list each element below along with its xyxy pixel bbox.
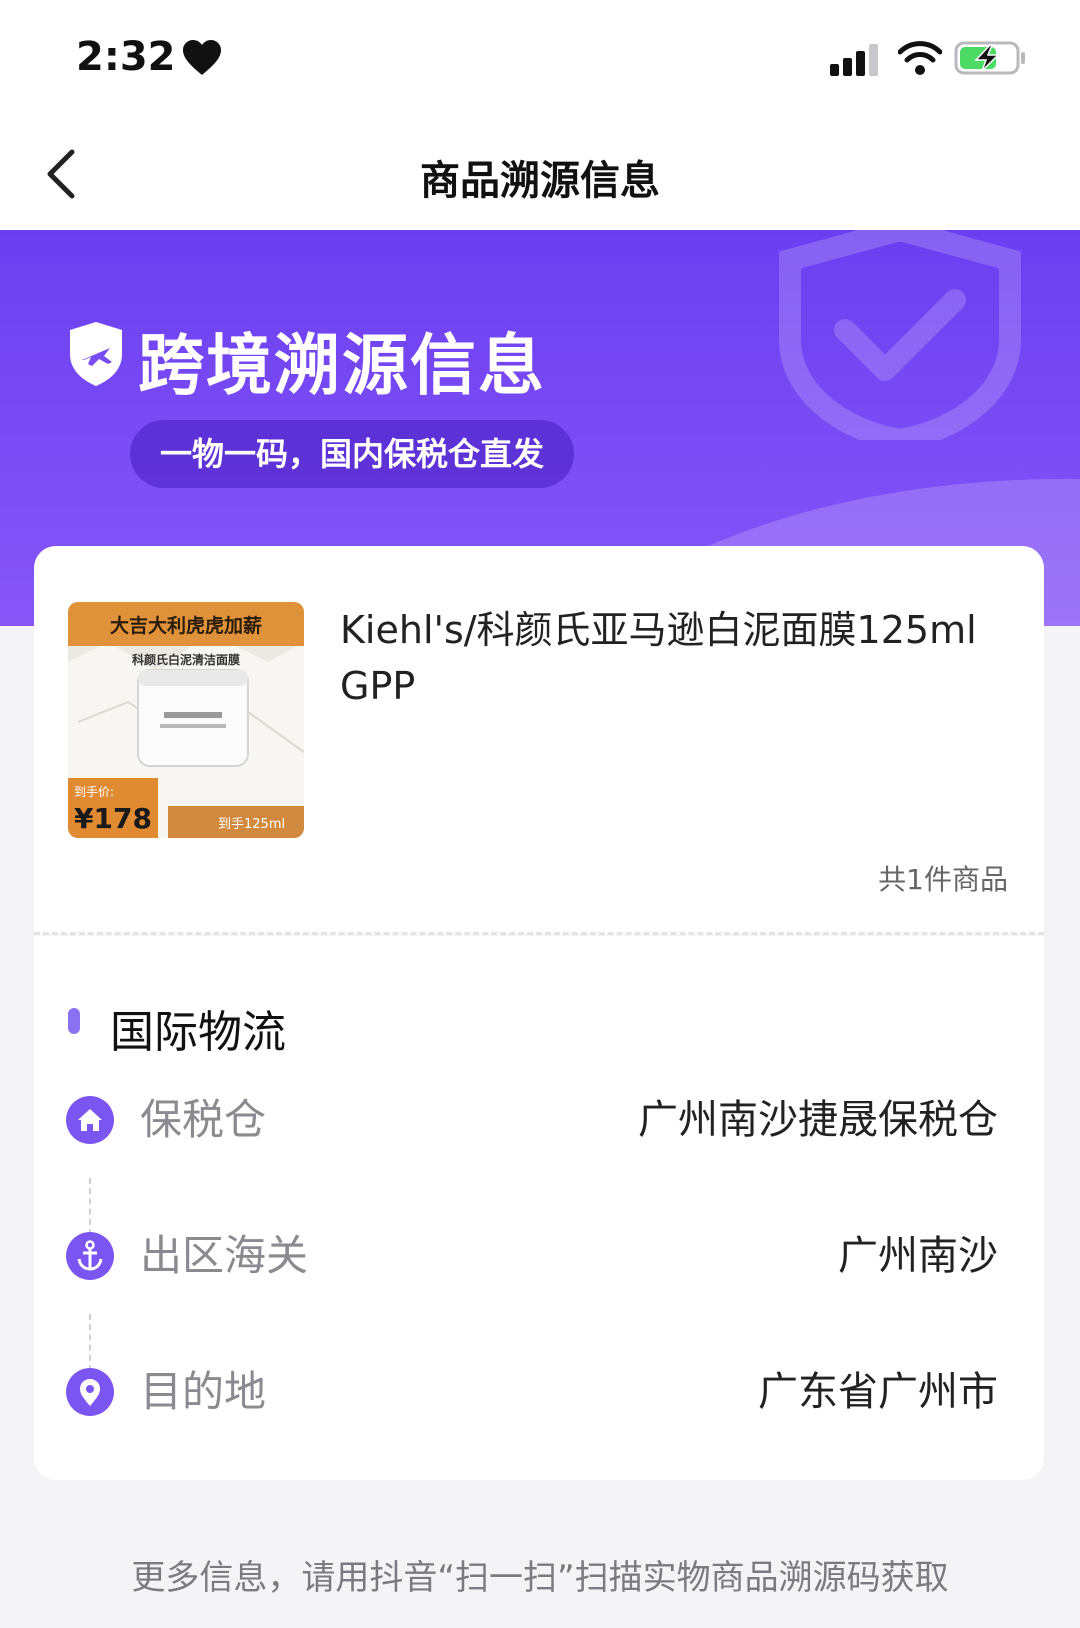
section-marker	[68, 1008, 80, 1034]
status-time: 2:32	[76, 34, 176, 80]
product-image-price-label: 到手价:	[74, 785, 114, 799]
nav-bar: 商品溯源信息	[0, 120, 1080, 230]
route-step-destination: 目的地 广东省广州市	[34, 1362, 1044, 1422]
route-label: 出区海关	[140, 1231, 309, 1280]
hero-title: 跨境溯源信息	[138, 327, 546, 404]
product-count: 共1件商品	[878, 863, 1008, 896]
product-image[interactable]: 大吉大利虎虎加薪 科颜氏白泥清洁面膜 到手价: ¥178 到手125ml	[68, 602, 304, 838]
route-label: 目的地	[140, 1367, 267, 1416]
route-value: 广东省广州市	[758, 1369, 998, 1415]
route-step-customs: 出区海关 广州南沙	[34, 1226, 1044, 1286]
route-label: 保税仓	[140, 1095, 267, 1144]
route-value: 广州南沙捷晟保税仓	[638, 1097, 998, 1143]
product-image-caption: 科颜氏白泥清洁面膜	[132, 652, 240, 667]
route-step-bonded-warehouse: 保税仓 广州南沙捷晟保税仓	[34, 1090, 1044, 1150]
card-divider	[34, 932, 1044, 935]
section-title: 国际物流	[110, 1007, 286, 1058]
logistics-card: 国际物流 保税仓 广州南沙捷晟保税仓 出区海关 广州南沙 目的地 广东省广州市	[34, 936, 1044, 1480]
location-pin-icon	[66, 1368, 114, 1416]
product-image-volume: 到手125ml	[218, 817, 285, 832]
product-name[interactable]: Kiehl's/科颜氏亚马逊白泥面膜125ml GPP	[340, 602, 1000, 714]
shield-plane-icon	[70, 322, 122, 386]
product-card[interactable]: 大吉大利虎虎加薪 科颜氏白泥清洁面膜 到手价: ¥178 到手125ml Kie…	[34, 546, 1044, 932]
heart-icon	[183, 40, 221, 75]
product-image-graphic: 大吉大利虎虎加薪 科颜氏白泥清洁面膜 到手价: ¥178 到手125ml	[68, 602, 304, 838]
product-image-price: ¥178	[74, 802, 152, 835]
footer-note: 更多信息，请用抖音“扫一扫”扫描实物商品溯源码获取	[131, 1558, 949, 1598]
wifi-icon	[898, 41, 942, 75]
anchor-icon	[66, 1232, 114, 1280]
shield-watermark-icon	[779, 230, 1021, 440]
route-value: 广州南沙	[838, 1233, 998, 1279]
home-icon	[66, 1096, 114, 1144]
battery-charging-icon	[954, 41, 1025, 75]
status-bar: 2:32	[0, 0, 1080, 120]
signal-icon	[830, 44, 878, 76]
hero-subtitle-pill: 一物一码，国内保税仓直发	[130, 420, 575, 488]
page-title: 商品溯源信息	[420, 158, 660, 204]
product-image-banner: 大吉大利虎虎加薪	[110, 614, 262, 637]
